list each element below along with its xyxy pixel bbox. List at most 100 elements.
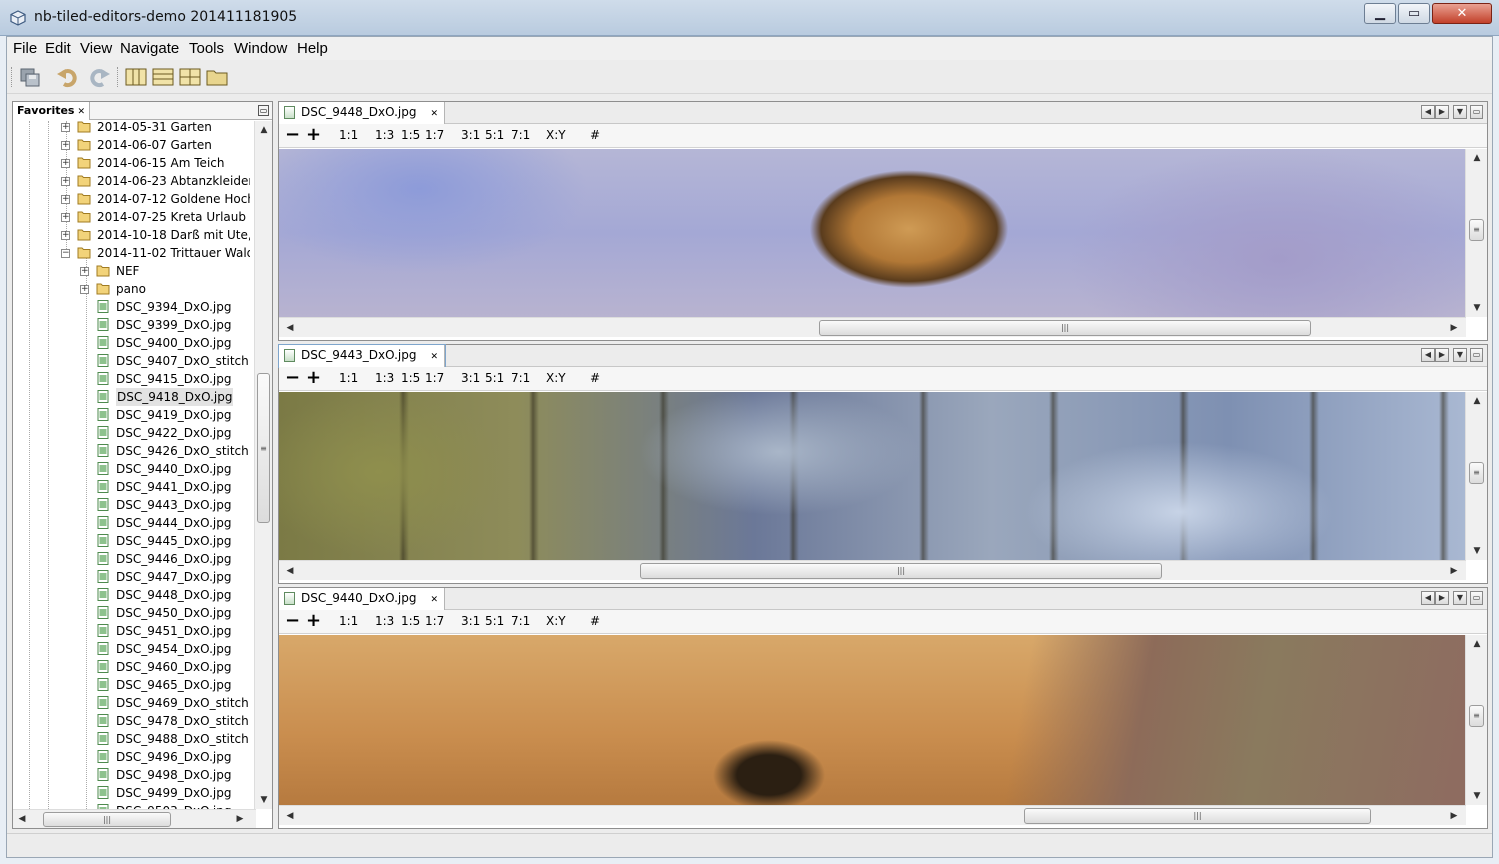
- editor-tab[interactable]: DSC_9443_DxO.jpg ✕: [277, 344, 447, 368]
- tree-file[interactable]: DSC_9443_DxO.jpg: [13, 496, 250, 514]
- zoom-level-button[interactable]: 1:1: [339, 371, 358, 385]
- expand-toggle[interactable]: +: [61, 177, 70, 186]
- zoom-level-button[interactable]: X:Y: [546, 614, 566, 628]
- tree-file[interactable]: DSC_9503_DxO.jpg: [13, 802, 250, 809]
- previous-tab-icon[interactable]: ◀: [1421, 105, 1435, 119]
- tree-file[interactable]: DSC_9499_DxO.jpg: [13, 784, 250, 802]
- expand-toggle[interactable]: +: [61, 123, 70, 132]
- water-reflection-image[interactable]: [279, 392, 1466, 560]
- zoom-level-button[interactable]: 1:7: [425, 614, 444, 628]
- zoom-level-button[interactable]: 1:3: [375, 614, 394, 628]
- zoom-level-button[interactable]: 1:7: [425, 128, 444, 142]
- favorites-tab[interactable]: Favorites ✕: [13, 102, 91, 120]
- zoom-level-button[interactable]: X:Y: [546, 371, 566, 385]
- save-all-icon[interactable]: [18, 66, 42, 88]
- zoom-level-button[interactable]: 3:1: [461, 371, 480, 385]
- scroll-thumb[interactable]: |||: [43, 812, 171, 827]
- tree-file[interactable]: DSC_9498_DxO.jpg: [13, 766, 250, 784]
- title-bar[interactable]: nb-tiled-editors-demo 201411181905 ▁ ▭ ✕: [0, 0, 1499, 36]
- menu-file[interactable]: File: [13, 40, 37, 57]
- scroll-down-icon[interactable]: ▼: [1470, 544, 1484, 558]
- zoom-out-button[interactable]: −: [285, 367, 300, 388]
- close-button[interactable]: ✕: [1432, 3, 1492, 24]
- tree-file[interactable]: DSC_9445_DxO.jpg: [13, 532, 250, 550]
- maximize-icon[interactable]: ▭: [1470, 348, 1483, 362]
- tree-folder[interactable]: +2014-06-15 Am Teich: [13, 154, 250, 172]
- previous-tab-icon[interactable]: ◀: [1421, 591, 1435, 605]
- editor-vertical-scrollbar[interactable]: ▲ ≡ ▼: [1465, 149, 1487, 317]
- next-tab-icon[interactable]: ▶: [1435, 105, 1449, 119]
- zoom-level-button[interactable]: 7:1: [511, 614, 530, 628]
- zoom-level-button[interactable]: 7:1: [511, 371, 530, 385]
- tree-file[interactable]: DSC_9451_DxO.jpg: [13, 622, 250, 640]
- tree-folder[interactable]: +2014-05-31 Garten: [13, 121, 250, 136]
- scroll-thumb[interactable]: ≡: [1469, 705, 1484, 727]
- zoom-in-button[interactable]: +: [306, 610, 321, 631]
- tree-file[interactable]: DSC_9488_DxO_stitch.: [13, 730, 250, 748]
- menu-edit[interactable]: Edit: [45, 40, 71, 57]
- zoom-level-button[interactable]: 5:1: [485, 371, 504, 385]
- zoom-in-button[interactable]: +: [306, 124, 321, 145]
- zoom-level-button[interactable]: 5:1: [485, 614, 504, 628]
- minimize-button[interactable]: ▁: [1364, 3, 1396, 24]
- scroll-down-icon[interactable]: ▼: [1470, 301, 1484, 315]
- zoom-level-button[interactable]: 1:5: [401, 371, 420, 385]
- zoom-level-button[interactable]: 1:3: [375, 128, 394, 142]
- scroll-thumb[interactable]: |||: [640, 563, 1162, 579]
- tree-folder[interactable]: +2014-10-18 Darß mit Ute,: [13, 226, 250, 244]
- scroll-down-icon[interactable]: ▼: [1470, 789, 1484, 803]
- tab-list-dropdown-icon[interactable]: ▼: [1453, 591, 1467, 605]
- open-folder-icon[interactable]: [205, 66, 229, 88]
- close-icon[interactable]: ✕: [430, 109, 438, 119]
- tree-file[interactable]: DSC_9496_DxO.jpg: [13, 748, 250, 766]
- zoom-level-button[interactable]: X:Y: [546, 128, 566, 142]
- tree-file[interactable]: DSC_9450_DxO.jpg: [13, 604, 250, 622]
- tile-grid-icon[interactable]: [178, 66, 202, 88]
- editor-horizontal-scrollbar[interactable]: ◀ ||| ▶: [279, 317, 1466, 337]
- scroll-up-icon[interactable]: ▲: [1470, 394, 1484, 408]
- tree-file[interactable]: DSC_9469_DxO_stitch.: [13, 694, 250, 712]
- editor-horizontal-scrollbar[interactable]: ◀ ||| ▶: [279, 805, 1466, 825]
- scroll-thumb[interactable]: ≡: [1469, 219, 1484, 241]
- tree-file[interactable]: DSC_9394_DxO.jpg: [13, 298, 250, 316]
- scroll-left-icon[interactable]: ◀: [283, 809, 297, 823]
- tree-folder[interactable]: − 2014-11-02 Trittauer Wald: [13, 244, 250, 262]
- tree-file[interactable]: DSC_9418_DxO.jpg: [13, 388, 250, 406]
- menu-window[interactable]: Window: [234, 40, 287, 57]
- zoom-level-button[interactable]: 1:7: [425, 371, 444, 385]
- next-tab-icon[interactable]: ▶: [1435, 591, 1449, 605]
- expand-toggle[interactable]: +: [61, 195, 70, 204]
- maximize-button[interactable]: ▭: [1398, 3, 1430, 24]
- tree-file[interactable]: DSC_9446_DxO.jpg: [13, 550, 250, 568]
- leaf-on-water-image[interactable]: [279, 149, 1466, 317]
- scroll-down-icon[interactable]: ▼: [257, 793, 271, 807]
- close-icon[interactable]: ✕: [430, 352, 438, 362]
- zoom-level-button[interactable]: #: [590, 371, 600, 385]
- editor-tab[interactable]: DSC_9448_DxO.jpg ✕: [279, 102, 446, 124]
- tree-file[interactable]: DSC_9447_DxO.jpg: [13, 568, 250, 586]
- zoom-in-button[interactable]: +: [306, 367, 321, 388]
- zoom-out-button[interactable]: −: [285, 610, 300, 631]
- expand-toggle[interactable]: +: [61, 213, 70, 222]
- zoom-level-button[interactable]: 3:1: [461, 614, 480, 628]
- expand-toggle[interactable]: −: [61, 249, 70, 258]
- scroll-thumb[interactable]: |||: [1024, 808, 1371, 824]
- tree-folder[interactable]: +2014-07-25 Kreta Urlaub: [13, 208, 250, 226]
- menu-help[interactable]: Help: [297, 40, 328, 57]
- zoom-level-button[interactable]: 1:1: [339, 614, 358, 628]
- menu-view[interactable]: View: [80, 40, 112, 57]
- tree-file[interactable]: DSC_9460_DxO.jpg: [13, 658, 250, 676]
- toolbar-grip[interactable]: [11, 67, 12, 87]
- tree-file[interactable]: DSC_9422_DxO.jpg: [13, 424, 250, 442]
- tab-list-dropdown-icon[interactable]: ▼: [1453, 105, 1467, 119]
- scroll-up-icon[interactable]: ▲: [1470, 637, 1484, 651]
- menu-navigate[interactable]: Navigate: [120, 40, 179, 57]
- tree-file[interactable]: DSC_9478_DxO_stitch.: [13, 712, 250, 730]
- undo-icon[interactable]: [56, 66, 80, 88]
- zoom-out-button[interactable]: −: [285, 124, 300, 145]
- maximize-icon[interactable]: ▭: [1470, 591, 1483, 605]
- expand-toggle[interactable]: +: [80, 285, 89, 294]
- zoom-level-button[interactable]: 3:1: [461, 128, 480, 142]
- dry-leaf-image[interactable]: [279, 635, 1466, 805]
- scroll-thumb[interactable]: ≡: [1469, 462, 1484, 484]
